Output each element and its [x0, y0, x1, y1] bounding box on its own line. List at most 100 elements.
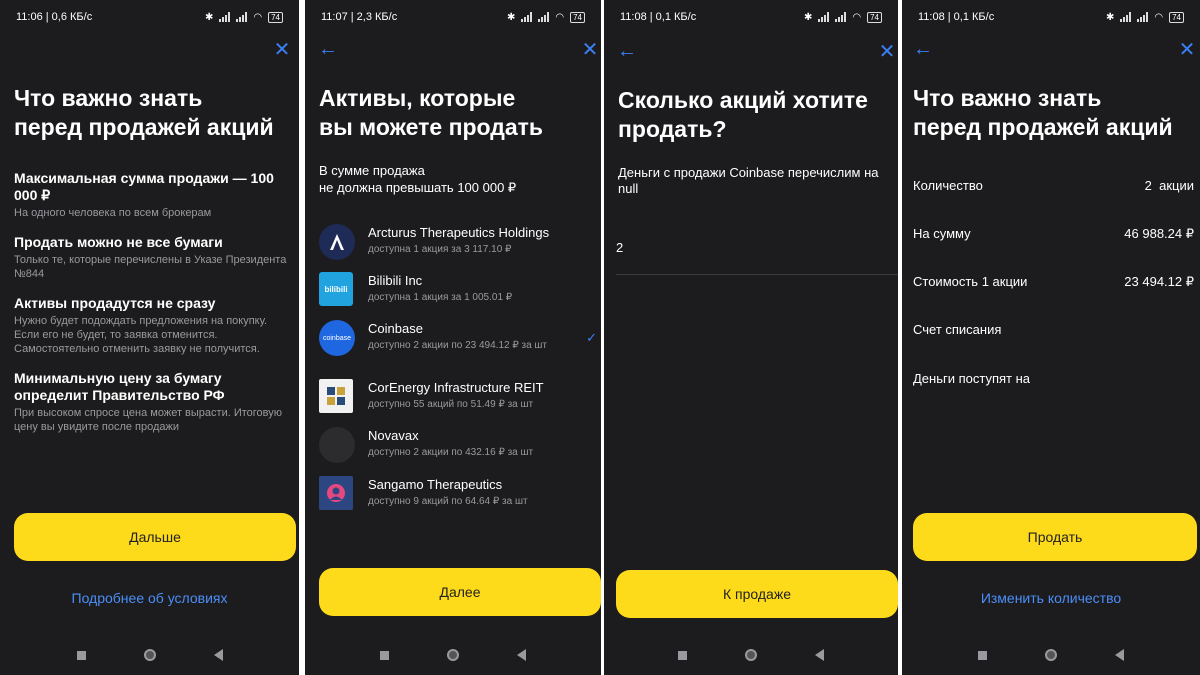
info-block-min-price: Минимальную цену за бумагу определит Пра…	[14, 370, 283, 433]
info-block-max-sum: Максимальная сумма продажи — 100 000 ₽ Н…	[14, 170, 274, 219]
close-icon[interactable]: ✕	[1176, 38, 1198, 61]
sell-button[interactable]: Продать	[913, 513, 1197, 561]
sangamo-logo-icon	[319, 476, 353, 510]
asset-availability: доступно 55 акций по 51.49 ₽ за шт	[368, 399, 534, 410]
coinbase-logo-icon: coinbase	[319, 320, 355, 356]
back-arrow-icon[interactable]: ←	[616, 40, 638, 62]
asset-name: CorEnergy Infrastructure REIT	[368, 380, 544, 395]
close-icon[interactable]: ✕	[876, 40, 898, 63]
asset-row-novavax[interactable]: Novavax доступно 2 акции по 432.16 ₽ за …	[319, 427, 591, 467]
status-bar: 11:06 | 0,6 КБ/с ✱ ◠ 74	[16, 10, 283, 24]
summary-row-sum: На сумму 46 988.24 ₽	[913, 226, 1194, 241]
selected-check-icon: ✓	[586, 330, 597, 345]
summary-row-credit-account: Деньги поступят на	[913, 371, 1031, 386]
page-title: Что важно знать перед продажей акций	[14, 85, 274, 140]
status-bar: 11:07 | 2,3 КБ/с ✱ ◠ 74	[321, 10, 585, 24]
bluetooth-icon: ✱	[204, 11, 214, 23]
android-nav-bar	[902, 649, 1200, 661]
asset-name: Novavax	[368, 428, 419, 443]
wifi-icon: ◠	[253, 11, 263, 23]
home-icon[interactable]	[1045, 649, 1057, 661]
battery-icon: 74	[1169, 11, 1184, 23]
battery-icon: 74	[867, 11, 882, 23]
wifi-icon: ◠	[555, 11, 565, 23]
back-nav-icon[interactable]	[213, 649, 223, 661]
screen-confirm: 11:08 | 0,1 КБ/с ✱ ◠ 74 ← ✕ Что важно зн…	[902, 0, 1200, 675]
asset-availability: доступно 2 акции по 23 494.12 ₽ за шт	[368, 340, 548, 351]
home-icon[interactable]	[447, 649, 459, 661]
back-nav-icon[interactable]	[1115, 649, 1124, 661]
asset-row-sangamo[interactable]: Sangamo Therapeutics доступно 9 акций по…	[319, 476, 591, 516]
bluetooth-icon: ✱	[1105, 11, 1115, 23]
signal-icon-2	[236, 12, 248, 22]
page-title: Сколько акций хотите продать?	[618, 87, 868, 142]
recents-icon[interactable]	[76, 650, 86, 660]
status-time: 11:08 | 0,1 КБ/с	[918, 11, 995, 23]
signal-icon-2	[538, 12, 550, 22]
status-bar: 11:08 | 0,1 КБ/с ✱ ◠ 74	[918, 10, 1184, 24]
signal-icon	[818, 12, 830, 22]
signal-icon-2	[835, 12, 847, 22]
corenergy-logo-icon	[319, 379, 353, 413]
battery-icon: 74	[570, 11, 585, 23]
back-nav-icon[interactable]	[517, 649, 526, 661]
quantity-input[interactable]: 2	[616, 240, 898, 275]
asset-row-corenergy[interactable]: CorEnergy Infrastructure REIT доступно 5…	[319, 379, 591, 419]
home-icon[interactable]	[745, 649, 757, 661]
status-time: 11:06 | 0,6 КБ/с	[16, 11, 93, 23]
page-title: Что важно знать перед продажей акций	[913, 85, 1173, 140]
status-time: 11:07 | 2,3 КБ/с	[321, 11, 398, 23]
info-block-not-all: Продать можно не все бумаги Только те, к…	[14, 234, 287, 280]
android-nav-bar	[305, 649, 601, 661]
summary-row-price: Стоимость 1 акции 23 494.12 ₽	[913, 274, 1194, 289]
back-nav-icon[interactable]	[815, 649, 824, 661]
screen-quantity: 11:08 | 0,1 КБ/с ✱ ◠ 74 ← ✕ Сколько акци…	[604, 0, 898, 675]
asset-name: Coinbase	[368, 321, 423, 336]
android-nav-bar	[604, 649, 898, 661]
recents-icon[interactable]	[978, 650, 987, 660]
screen-assets: 11:07 | 2,3 КБ/с ✱ ◠ 74 ← ✕ Активы, кото…	[305, 0, 601, 675]
status-bar: 11:08 | 0,1 КБ/с ✱ ◠ 74	[620, 10, 882, 24]
to-sale-button[interactable]: К продаже	[616, 570, 898, 618]
asset-name: Arcturus Therapeutics Holdings	[368, 225, 550, 240]
asset-availability: доступно 2 акции по 432.16 ₽ за шт	[368, 447, 534, 458]
next-button[interactable]: Дальше	[14, 513, 296, 561]
asset-availability: доступна 1 акция за 3 117.10 ₽	[368, 244, 512, 255]
summary-row-debit-account: Счет списания	[913, 322, 1002, 337]
asset-name: Sangamo Therapeutics	[368, 477, 503, 492]
close-icon[interactable]: ✕	[579, 38, 601, 61]
page-title: Активы, которые вы можете продать	[319, 85, 544, 140]
continue-button[interactable]: Далее	[319, 568, 601, 616]
asset-row-bilibili[interactable]: bilibili Bilibili Inc доступна 1 акция з…	[319, 272, 591, 312]
recents-icon[interactable]	[678, 650, 687, 660]
android-nav-bar	[0, 649, 299, 661]
wifi-icon: ◠	[1154, 11, 1164, 23]
asset-row-arcturus[interactable]: Arcturus Therapeutics Holdings доступна …	[319, 224, 591, 264]
home-icon[interactable]	[143, 649, 156, 661]
bluetooth-icon: ✱	[506, 11, 516, 23]
close-icon[interactable]: ✕	[271, 38, 293, 61]
signal-icon-2	[1137, 12, 1149, 22]
asset-availability: доступна 1 акция за 1 005.01 ₽	[368, 292, 513, 303]
back-arrow-icon[interactable]: ←	[912, 38, 934, 60]
change-quantity-link[interactable]: Изменить количество	[902, 590, 1200, 606]
novavax-logo-icon	[319, 427, 355, 463]
asset-row-coinbase[interactable]: coinbase Coinbase доступно 2 акции по 23…	[319, 320, 597, 360]
asset-availability: доступно 9 акций по 64.64 ₽ за шт	[368, 496, 528, 507]
arcturus-logo-icon	[319, 224, 355, 260]
recents-icon[interactable]	[380, 650, 389, 660]
back-arrow-icon[interactable]: ←	[317, 38, 339, 60]
signal-icon	[521, 12, 533, 22]
asset-name: Bilibili Inc	[368, 273, 423, 288]
status-time: 11:08 | 0,1 КБ/с	[620, 11, 697, 23]
summary-row-quantity: Количество 2 акции	[913, 178, 1194, 193]
limit-subtitle: В сумме продажа не должна превышать 100 …	[319, 163, 517, 195]
screen-intro: 11:06 | 0,6 КБ/с ✱ ◠ 74 ✕ Что важно знат…	[0, 0, 299, 675]
wifi-icon: ◠	[852, 11, 862, 23]
signal-icon	[219, 12, 231, 22]
info-block-not-instant: Активы продадутся не сразу Нужно будет п…	[14, 295, 268, 355]
payout-info: Деньги с продажи Coinbase перечислим на …	[618, 165, 879, 196]
bilibili-logo-icon: bilibili	[319, 272, 353, 306]
conditions-link[interactable]: Подробнее об условиях	[0, 590, 299, 606]
bluetooth-icon: ✱	[803, 11, 813, 23]
